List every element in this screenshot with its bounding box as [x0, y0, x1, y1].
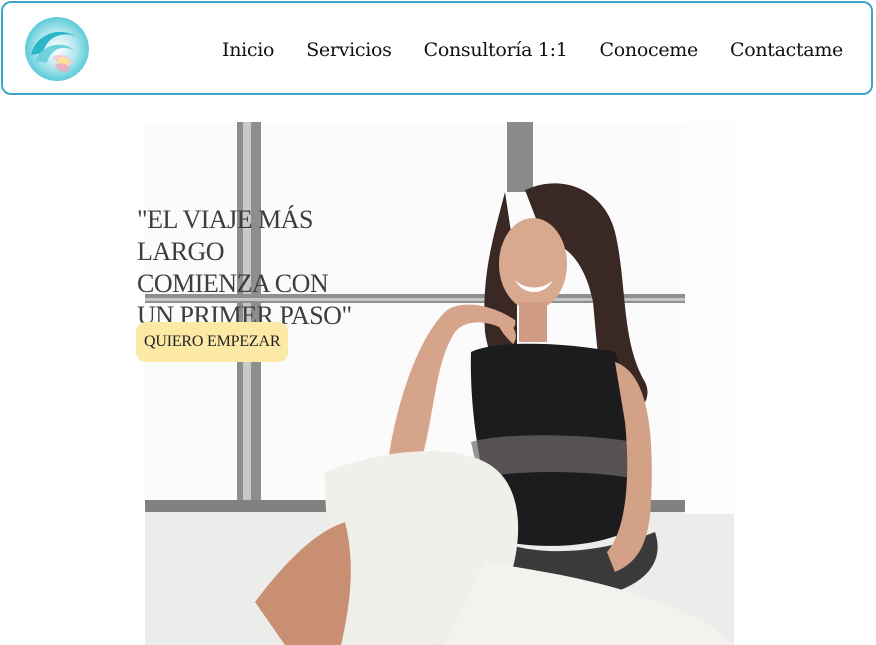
hero-image — [145, 122, 734, 645]
logo-icon[interactable] — [25, 17, 89, 81]
nav-link-inicio[interactable]: Inicio — [222, 39, 274, 61]
nav-link-conoceme[interactable]: Conoceme — [600, 39, 699, 61]
nav-link-contactame[interactable]: Contactame — [730, 39, 843, 61]
main-nav: Inicio Servicios Consultoría 1:1 Conocem… — [222, 39, 843, 61]
site-header: Inicio Servicios Consultoría 1:1 Conocem… — [1, 1, 873, 95]
smiling-woman-photo — [145, 122, 734, 645]
quiero-empezar-button[interactable]: QUIERO EMPEZAR — [136, 322, 289, 362]
nav-link-consultoria[interactable]: Consultoría 1:1 — [424, 39, 568, 61]
hero-quote: "EL VIAJE MÁS LARGO COMIENZA CON UN PRIM… — [137, 205, 352, 330]
nav-link-servicios[interactable]: Servicios — [306, 39, 392, 61]
